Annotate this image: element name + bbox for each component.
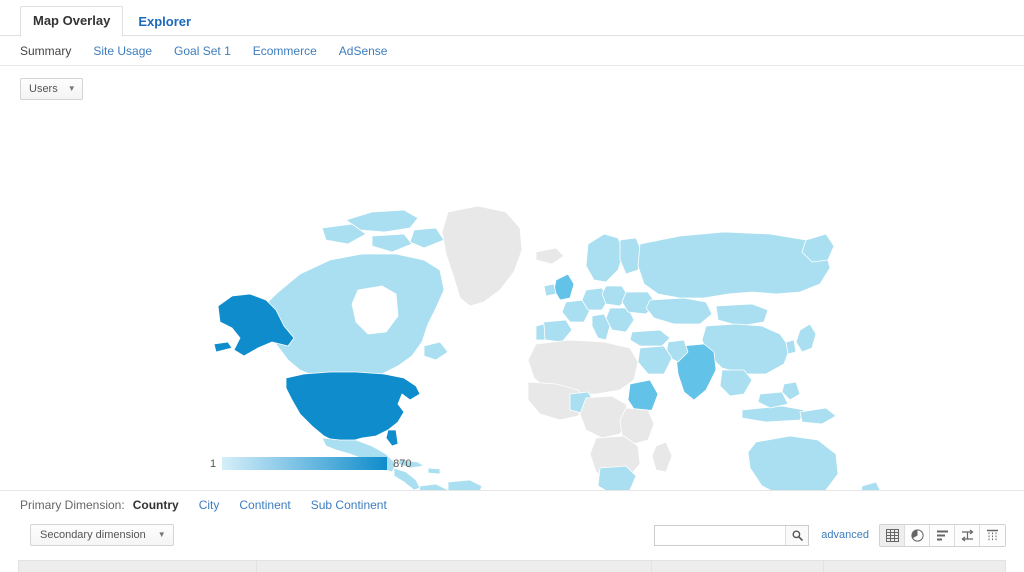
region-colombia	[418, 483, 449, 490]
advanced-search-link[interactable]: advanced	[821, 529, 869, 541]
subtab-summary[interactable]: Summary	[20, 44, 71, 58]
pie-chart-view-icon	[910, 528, 924, 542]
report-tabstrip: Map Overlay Explorer	[0, 0, 1024, 37]
legend-max-value: 870	[393, 457, 412, 470]
region-us-florida	[385, 429, 399, 447]
search-input[interactable]	[655, 525, 786, 545]
secondary-dimension-label: Secondary dimension	[40, 529, 146, 541]
data-table-header	[18, 560, 1006, 572]
tab-explorer[interactable]: Explorer	[125, 7, 204, 37]
world-map-svg[interactable]	[0, 100, 1024, 490]
region-canada-east	[423, 341, 449, 361]
secondary-dimension-dropdown[interactable]: Secondary dimension ▼	[30, 524, 174, 546]
table-view-icon	[885, 528, 899, 542]
world-map[interactable]: 1 870	[0, 100, 1024, 490]
region-korea	[785, 339, 797, 355]
map-overlay-report: Map Overlay Explorer Summary Site Usage …	[0, 0, 1024, 572]
region-new-zealand	[861, 481, 881, 490]
primary-dimension-city[interactable]: City	[199, 498, 220, 512]
subtab-site-usage[interactable]: Site Usage	[93, 44, 152, 58]
table-column-dimension[interactable]	[19, 561, 257, 572]
region-scandinavia	[585, 233, 625, 283]
region-alaska-islands	[213, 341, 233, 353]
chevron-down-icon: ▼	[157, 530, 166, 539]
region-australia	[747, 435, 839, 490]
search-button[interactable]	[785, 525, 809, 545]
view-type-toggle-group	[879, 523, 1006, 547]
region-canada-island-3	[371, 233, 413, 253]
region-portugal	[535, 323, 546, 341]
region-madagascar	[651, 441, 673, 473]
region-greenland	[441, 205, 523, 307]
subtab-ecommerce[interactable]: Ecommerce	[253, 44, 317, 58]
search-icon	[792, 530, 803, 541]
region-hispaniola	[427, 467, 441, 475]
comparison-view-button[interactable]	[955, 524, 980, 546]
region-turkey	[629, 329, 671, 347]
region-papua	[799, 407, 837, 425]
region-canada	[261, 253, 445, 379]
table-column-behavior[interactable]	[652, 561, 824, 572]
table-controls-bar: Secondary dimension ▼ advanced	[0, 518, 1024, 552]
metric-dropdown-label: Users	[29, 83, 58, 95]
primary-dimension-country[interactable]: Country	[133, 498, 179, 512]
legend-min-value: 1	[210, 457, 217, 470]
region-russia	[637, 231, 831, 299]
pivot-table-view-icon	[987, 529, 998, 541]
region-canada-island-4	[409, 227, 445, 249]
table-column-acquisition[interactable]	[257, 561, 652, 572]
metric-selector-bar: Users ▼	[0, 66, 1024, 100]
region-middle-east	[637, 345, 673, 375]
region-sea-mainland	[719, 369, 753, 397]
report-subtabs: Summary Site Usage Goal Set 1 Ecommerce …	[0, 36, 1024, 66]
legend-gradient-bar	[222, 457, 388, 470]
pie-chart-view-button[interactable]	[905, 524, 930, 546]
metric-dropdown[interactable]: Users ▼	[20, 78, 83, 100]
subtab-adsense[interactable]: AdSense	[339, 44, 388, 58]
primary-dimension-label: Primary Dimension:	[20, 497, 125, 512]
search-and-view-controls: advanced	[654, 523, 1006, 547]
search-box[interactable]	[654, 524, 810, 546]
bar-chart-view-icon	[936, 530, 948, 540]
table-column-conversions[interactable]	[824, 561, 1005, 572]
bar-chart-view-button[interactable]	[930, 524, 955, 546]
region-borneo	[757, 391, 789, 409]
primary-dimension-bar: Primary Dimension: Country City Continen…	[0, 490, 1024, 518]
region-mongolia	[715, 303, 769, 327]
primary-dimension-sub-continent[interactable]: Sub Continent	[311, 498, 387, 512]
region-uk	[553, 273, 575, 301]
primary-dimension-continent[interactable]: Continent	[239, 498, 290, 512]
region-japan	[795, 323, 817, 353]
subtab-goal-set-1[interactable]: Goal Set 1	[174, 44, 231, 58]
map-legend: 1 870	[210, 457, 411, 470]
region-venezuela	[447, 479, 483, 490]
region-ethiopia	[627, 379, 659, 413]
pivot-table-view-button[interactable]	[980, 524, 1005, 546]
region-indonesia	[741, 405, 805, 423]
tab-map-overlay[interactable]: Map Overlay	[20, 6, 124, 37]
chevron-down-icon: ▼	[67, 84, 76, 93]
region-iceland	[535, 247, 565, 265]
comparison-view-icon	[961, 529, 973, 541]
region-ireland	[543, 283, 557, 297]
table-view-button[interactable]	[880, 524, 905, 546]
region-kazakhstan	[645, 297, 713, 325]
region-central-america	[393, 467, 421, 490]
region-united-states	[285, 371, 421, 443]
